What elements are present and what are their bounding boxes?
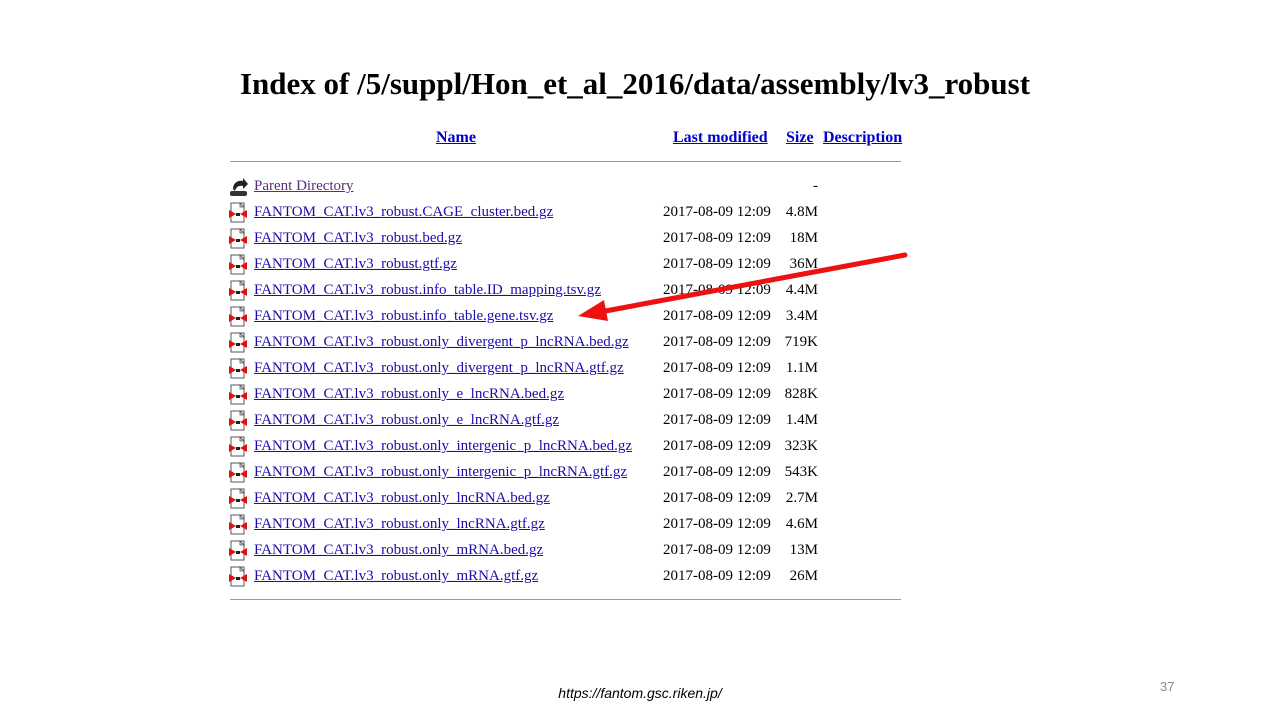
header-divider xyxy=(230,161,901,162)
file-last-modified: 2017-08-09 12:09 xyxy=(663,360,771,376)
file-link[interactable]: FANTOM_CAT.lv3_robust.bed.gz xyxy=(254,230,462,247)
file-size: 543K xyxy=(784,464,818,480)
file-size: 828K xyxy=(784,386,818,402)
compressed-file-icon xyxy=(229,306,247,327)
file-last-modified: 2017-08-09 12:09 xyxy=(663,542,771,558)
column-header-name[interactable]: Name xyxy=(436,129,476,147)
column-header-last-modified[interactable]: Last modified xyxy=(673,129,768,147)
file-size: 1.4M xyxy=(785,412,818,428)
file-row: FANTOM_CAT.lv3_robust.only_lncRNA.gtf.gz… xyxy=(229,514,829,536)
file-link[interactable]: FANTOM_CAT.lv3_robust.only_lncRNA.bed.gz xyxy=(254,490,550,507)
file-last-modified: 2017-08-09 12:09 xyxy=(663,386,771,402)
compressed-file-icon xyxy=(229,384,247,405)
compressed-file-icon xyxy=(229,436,247,457)
slide-number: 37 xyxy=(1160,679,1175,694)
compressed-file-icon xyxy=(229,254,247,275)
file-size: 719K xyxy=(784,334,818,350)
file-last-modified: 2017-08-09 12:09 xyxy=(663,438,771,454)
compressed-file-icon xyxy=(229,410,247,431)
file-row: FANTOM_CAT.lv3_robust.bed.gz 2017-08-09 1… xyxy=(229,228,829,250)
file-row: FANTOM_CAT.lv3_robust.only_divergent_p_l… xyxy=(229,358,829,380)
column-header-description[interactable]: Description xyxy=(823,129,902,147)
file-size: 13M xyxy=(789,542,818,558)
file-row: FANTOM_CAT.lv3_robust.only_mRNA.gtf.gz 20… xyxy=(229,566,829,588)
file-size: 1.1M xyxy=(785,360,818,376)
file-size: 2.7M xyxy=(785,490,818,506)
page-title: Index of /5/suppl/Hon_et_al_2016/data/as… xyxy=(239,66,1031,101)
file-row: FANTOM_CAT.lv3_robust.CAGE_cluster.bed.g… xyxy=(229,202,829,224)
compressed-file-icon xyxy=(229,332,247,353)
compressed-file-icon xyxy=(229,566,247,587)
file-size: 18M xyxy=(789,230,818,246)
red-arrow-icon xyxy=(578,252,908,321)
file-size: 4.6M xyxy=(785,516,818,532)
file-last-modified: 2017-08-09 12:09 xyxy=(663,412,771,428)
sort-by-size-link[interactable]: Size xyxy=(786,129,814,146)
file-link[interactable]: FANTOM_CAT.lv3_robust.gtf.gz xyxy=(254,256,457,273)
file-last-modified: 2017-08-09 12:09 xyxy=(663,204,771,220)
file-link[interactable]: FANTOM_CAT.lv3_robust.only_mRNA.bed.gz xyxy=(254,542,543,559)
parent-directory-row: Parent Directory - xyxy=(229,176,829,198)
file-link[interactable]: FANTOM_CAT.lv3_robust.only_mRNA.gtf.gz xyxy=(254,568,538,585)
file-last-modified: 2017-08-09 12:09 xyxy=(663,490,771,506)
file-link[interactable]: FANTOM_CAT.lv3_robust.only_divergent_p_l… xyxy=(254,334,629,351)
file-link[interactable]: FANTOM_CAT.lv3_robust.only_e_lncRNA.gtf.… xyxy=(254,412,559,429)
file-row: FANTOM_CAT.lv3_robust.only_mRNA.bed.gz 20… xyxy=(229,540,829,562)
footer-divider xyxy=(230,599,901,600)
file-link[interactable]: FANTOM_CAT.lv3_robust.info_table.gene.ts… xyxy=(254,308,553,325)
compressed-file-icon xyxy=(229,202,247,223)
compressed-file-icon xyxy=(229,488,247,509)
compressed-file-icon xyxy=(229,462,247,483)
file-size: 323K xyxy=(784,438,818,454)
file-last-modified: 2017-08-09 12:09 xyxy=(663,516,771,532)
compressed-file-icon xyxy=(229,358,247,379)
sort-by-last-modified-link[interactable]: Last modified xyxy=(673,129,768,146)
file-link[interactable]: FANTOM_CAT.lv3_robust.only_e_lncRNA.bed.… xyxy=(254,386,564,403)
file-size: 26M xyxy=(789,568,818,584)
file-row: FANTOM_CAT.lv3_robust.only_e_lncRNA.bed.… xyxy=(229,384,829,406)
file-last-modified: 2017-08-09 12:09 xyxy=(663,568,771,584)
column-header-size[interactable]: Size xyxy=(786,129,814,147)
compressed-file-icon xyxy=(229,540,247,561)
source-url: https://fantom.gsc.riken.jp/ xyxy=(558,685,722,701)
file-link[interactable]: FANTOM_CAT.lv3_robust.only_intergenic_p_… xyxy=(254,464,627,481)
file-row: FANTOM_CAT.lv3_robust.only_divergent_p_l… xyxy=(229,332,829,354)
file-row: FANTOM_CAT.lv3_robust.only_intergenic_p_… xyxy=(229,436,829,458)
file-link[interactable]: FANTOM_CAT.lv3_robust.only_lncRNA.gtf.gz xyxy=(254,516,545,533)
file-link[interactable]: FANTOM_CAT.lv3_robust.only_intergenic_p_… xyxy=(254,438,632,455)
file-last-modified: 2017-08-09 12:09 xyxy=(663,230,771,246)
sort-by-name-link[interactable]: Name xyxy=(436,129,476,146)
file-link[interactable]: FANTOM_CAT.lv3_robust.info_table.ID_mapp… xyxy=(254,282,601,299)
file-last-modified: 2017-08-09 12:09 xyxy=(663,334,771,350)
compressed-file-icon xyxy=(229,514,247,535)
compressed-file-icon xyxy=(229,228,247,249)
compressed-file-icon xyxy=(229,280,247,301)
file-link[interactable]: FANTOM_CAT.lv3_robust.only_divergent_p_l… xyxy=(254,360,624,377)
file-row: FANTOM_CAT.lv3_robust.only_e_lncRNA.gtf.… xyxy=(229,410,829,432)
parent-directory-link[interactable]: Parent Directory xyxy=(254,178,354,195)
file-size: 4.8M xyxy=(785,204,818,220)
file-row: FANTOM_CAT.lv3_robust.only_intergenic_p_… xyxy=(229,462,829,484)
file-row: FANTOM_CAT.lv3_robust.only_lncRNA.bed.gz… xyxy=(229,488,829,510)
file-link[interactable]: FANTOM_CAT.lv3_robust.CAGE_cluster.bed.g… xyxy=(254,204,553,221)
sort-by-description-link[interactable]: Description xyxy=(823,129,902,146)
back-icon xyxy=(230,178,248,196)
file-last-modified: 2017-08-09 12:09 xyxy=(663,464,771,480)
parent-directory-size: - xyxy=(813,178,818,194)
